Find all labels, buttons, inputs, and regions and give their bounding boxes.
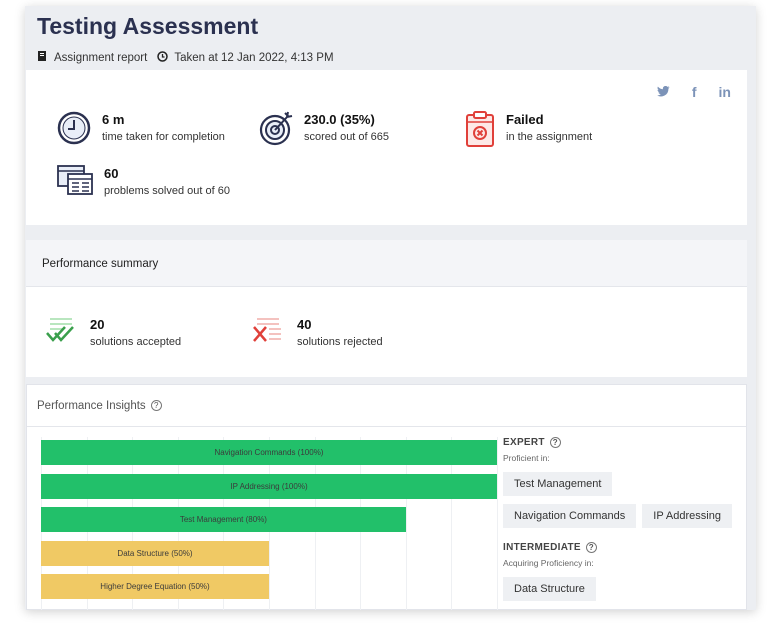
skill-tag[interactable]: Data Structure <box>503 577 596 602</box>
proficiency-levels: EXPERT? Proficient in: Test Management N… <box>503 437 743 609</box>
clock-icon <box>157 50 169 65</box>
expert-sub: Proficient in: <box>503 453 550 464</box>
chart-bar[interactable]: IP Addressing (100%) <box>41 473 497 499</box>
page-title: Testing Assessment <box>37 13 259 39</box>
rejected-label: solutions rejected <box>297 336 383 348</box>
intermediate-tags: Data Structure <box>503 577 743 609</box>
stat-score: 230.0 (35%) scored out of 665 <box>258 110 389 146</box>
report-icon <box>37 50 48 65</box>
skill-tag[interactable]: IP Addressing <box>642 504 732 529</box>
intermediate-level: INTERMEDIATE? <box>503 542 743 553</box>
chart-gridline <box>497 437 498 610</box>
chart-bar-label: Data Structure (50%) <box>117 548 193 558</box>
stat-result: Failed in the assignment <box>464 110 592 148</box>
chart-bar-label: Test Management (80%) <box>179 515 267 524</box>
chart-bar[interactable]: Test Management (80%) <box>41 507 406 532</box>
performance-summary-title: Performance summary <box>26 240 747 287</box>
expert-help-icon[interactable]: ? <box>549 437 561 448</box>
stat-rejected: 40 solutions rejected <box>251 315 383 348</box>
skill-tag[interactable]: Test Management <box>503 472 613 497</box>
intermediate-label: INTERMEDIATE <box>503 542 581 554</box>
time-label: time taken for completion <box>102 131 225 143</box>
accepted-check-icon <box>46 318 74 342</box>
accepted-label: solutions accepted <box>90 336 182 348</box>
problems-list-icon <box>57 165 93 195</box>
chart-bar[interactable]: Higher Degree Equation (50%) <box>41 574 269 599</box>
expert-tags: Test Management Navigation Commands IP Ad… <box>503 472 743 536</box>
help-icon[interactable]: ? <box>150 400 162 412</box>
expert-label: EXPERT <box>503 437 545 449</box>
taken-label: Taken at 12 Jan 2022, 4:13 PM <box>174 51 334 64</box>
performance-insights-card: Performance Insights? Navigation Command… <box>26 384 747 610</box>
stat-time: 6 m time taken for completion <box>56 110 225 146</box>
stat-accepted: 20 solutions accepted <box>44 315 181 348</box>
timer-icon <box>57 111 91 145</box>
accepted-value: 20 <box>90 317 105 332</box>
assessment-report-page: Testing Assessment Assignment report Tak… <box>25 6 756 610</box>
target-icon <box>259 111 293 146</box>
report-meta: Assignment report Taken at 12 Jan 2022, … <box>37 50 334 65</box>
report-label: Assignment report <box>54 51 148 64</box>
twitter-icon[interactable] <box>656 84 670 100</box>
result-label: in the assignment <box>506 131 593 143</box>
score-value: 230.0 (35%) <box>304 112 375 127</box>
performance-summary-card: Performance summary 20 solutions accepte… <box>26 240 747 377</box>
intermediate-sub: Acquiring Proficiency in: <box>503 558 594 569</box>
stat-problems: 60 problems solved out of 60 <box>56 164 230 197</box>
stats-card: f in 6 m time taken for completion 230.0… <box>26 70 747 225</box>
intermediate-help-icon[interactable]: ? <box>585 542 597 554</box>
failed-clipboard-icon <box>466 111 494 147</box>
rejected-x-icon <box>253 318 281 342</box>
chart-bar-label: Navigation Commands (100%) <box>214 448 324 457</box>
score-label: scored out of 665 <box>304 131 390 143</box>
rejected-value: 40 <box>297 317 312 332</box>
result-value: Failed <box>506 112 544 127</box>
linkedin-icon[interactable]: in <box>719 84 731 100</box>
proficiency-bar-chart: Navigation Commands (100%) IP Addressing … <box>41 437 499 610</box>
social-share: f in <box>656 84 731 100</box>
chart-bar-label: IP Addressing (100%) <box>230 481 308 491</box>
facebook-icon[interactable]: f <box>692 84 697 100</box>
expert-level: EXPERT? <box>503 437 743 448</box>
chart-bar[interactable]: Data Structure (50%) <box>41 540 269 566</box>
performance-insights-title: Performance Insights <box>37 400 146 412</box>
chart-bar-label: Higher Degree Equation (50%) <box>100 582 210 591</box>
chart-bar[interactable]: Navigation Commands (100%) <box>41 440 497 465</box>
problems-label: problems solved out of 60 <box>104 185 230 197</box>
skill-tag[interactable]: Navigation Commands <box>503 504 637 529</box>
time-value: 6 m <box>102 112 125 127</box>
performance-insights-header: Performance Insights? <box>27 385 746 427</box>
problems-value: 60 <box>104 166 119 181</box>
